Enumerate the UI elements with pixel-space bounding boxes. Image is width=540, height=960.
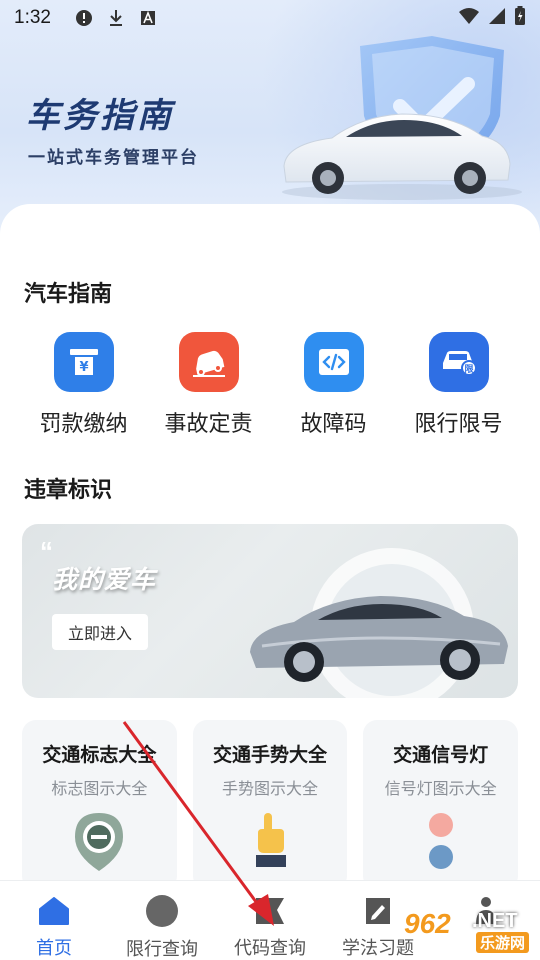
status-time: 1:32 bbox=[14, 7, 51, 28]
svg-text:¥: ¥ bbox=[79, 360, 88, 375]
flag-icon bbox=[253, 895, 287, 926]
tab-label: 代码查询 bbox=[234, 938, 306, 958]
a-icon bbox=[139, 9, 157, 27]
app-title: 车务指南 bbox=[26, 97, 174, 135]
main-content: 汽车指南 ¥ 罚款缴纳 事故定责 故障码 限 限行限号 违章标识 “ 我的爱车 … bbox=[0, 204, 540, 890]
shield-car-illustration bbox=[282, 36, 522, 200]
tab-label: 首页 bbox=[36, 938, 72, 958]
hand-gesture-icon bbox=[235, 811, 305, 875]
tool-label: 故障码 bbox=[300, 411, 367, 436]
card-title: 交通信号灯 bbox=[393, 745, 489, 766]
tab-restriction-query[interactable]: 限行查询 bbox=[108, 881, 216, 960]
traffic-light-icon bbox=[406, 811, 476, 875]
card-traffic-signs[interactable]: 交通标志大全 标志图示大全 bbox=[22, 720, 177, 890]
profile-icon bbox=[469, 895, 503, 927]
tool-label: 事故定责 bbox=[164, 411, 253, 436]
accident-icon bbox=[178, 332, 239, 392]
app-subtitle: 一站式车务管理平台 bbox=[28, 148, 199, 167]
car-illustration bbox=[250, 548, 508, 698]
tool-label: 限行限号 bbox=[414, 411, 503, 436]
card-subtitle: 信号灯图示大全 bbox=[384, 781, 497, 798]
tab-code-query[interactable]: 代码查询 bbox=[216, 881, 324, 960]
fine-payment-icon: ¥ bbox=[53, 332, 114, 392]
enter-now-button[interactable]: 立即进入 bbox=[52, 614, 148, 650]
tab-label: 限行查询 bbox=[126, 939, 198, 959]
edit-icon bbox=[361, 895, 395, 926]
restricted-car-icon: 限 bbox=[428, 332, 489, 392]
card-title: 交通标志大全 bbox=[42, 745, 157, 766]
tab-law-exercises[interactable]: 学法习题 bbox=[324, 881, 432, 960]
tool-grid: ¥ 罚款缴纳 事故定责 故障码 限 限行限号 bbox=[0, 332, 540, 452]
tool-label: 罚款缴纳 bbox=[39, 411, 128, 436]
circle-icon bbox=[145, 895, 179, 927]
download-icon bbox=[107, 9, 125, 27]
bottom-tab-bar: 首页 限行查询 代码查询 学法习题 bbox=[0, 880, 540, 960]
traffic-cards: 交通标志大全 标志图示大全 交通手势大全 手势图示大全 交通信号灯 信号灯图示大… bbox=[22, 720, 519, 890]
tool-restriction[interactable]: 限 限行限号 bbox=[396, 332, 521, 452]
card-hand-gestures[interactable]: 交通手势大全 手势图示大全 bbox=[192, 720, 348, 890]
traffic-sign-icon bbox=[64, 811, 134, 875]
tab-label: 学法习题 bbox=[342, 938, 414, 958]
alert-icon bbox=[75, 9, 93, 27]
tab-profile[interactable] bbox=[432, 881, 540, 960]
banner-title: 我的爱车 bbox=[52, 566, 157, 594]
home-icon bbox=[37, 895, 71, 926]
card-subtitle: 标志图示大全 bbox=[51, 781, 148, 798]
tool-fine-payment[interactable]: ¥ 罚款缴纳 bbox=[21, 332, 146, 452]
card-traffic-lights[interactable]: 交通信号灯 信号灯图示大全 bbox=[363, 720, 519, 890]
my-car-banner[interactable]: “ 我的爱车 立即进入 bbox=[22, 524, 518, 698]
signal-icon bbox=[488, 7, 506, 30]
card-subtitle: 手势图示大全 bbox=[222, 781, 319, 798]
status-bar: 1:32 bbox=[0, 0, 540, 36]
svg-text:限: 限 bbox=[464, 364, 474, 375]
section-title-car-guide: 汽车指南 bbox=[24, 281, 113, 306]
tool-accident[interactable]: 事故定责 bbox=[146, 332, 271, 452]
tool-fault-code[interactable]: 故障码 bbox=[271, 332, 396, 452]
wifi-icon bbox=[458, 7, 480, 30]
card-title: 交通手势大全 bbox=[213, 745, 328, 766]
tab-home[interactable]: 首页 bbox=[0, 881, 108, 960]
battery-icon bbox=[514, 5, 526, 31]
code-icon bbox=[303, 332, 364, 392]
section-title-violation: 违章标识 bbox=[24, 477, 113, 502]
